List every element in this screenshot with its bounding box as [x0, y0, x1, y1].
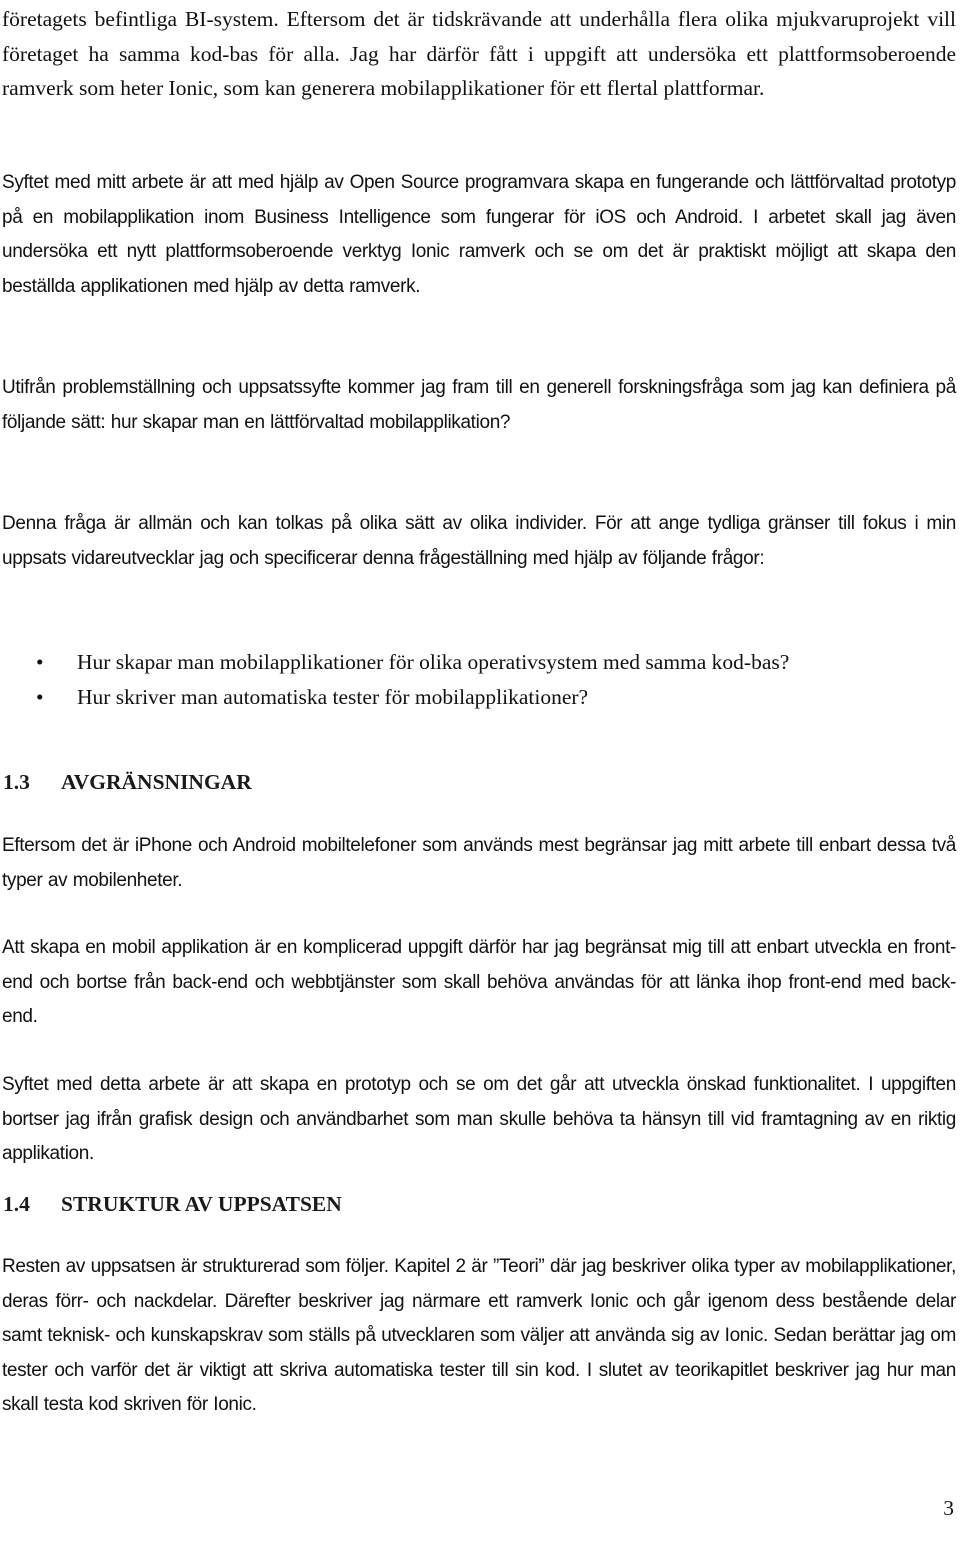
intro-paragraph: företagets befintliga BI-system. Efterso…: [2, 7, 956, 100]
research-questions-list: • Hur skapar man mobilapplikationer för …: [0, 645, 956, 714]
specification-paragraph: Denna fråga är allmän och kan tolkas på …: [2, 513, 956, 569]
question-text: Hur skriver man automatiska tester för m…: [77, 684, 589, 709]
structure-paragraph: Resten av uppsatsen är strukturerad som …: [2, 1256, 956, 1415]
section-number: 1.3: [3, 770, 30, 794]
research-question-paragraph: Utifrån problemställning och uppsatssyft…: [2, 377, 956, 433]
section-heading-1-4: 1.4 STRUKTUR AV UPPSATSEN: [3, 1192, 342, 1217]
purpose-paragraph: Syftet med mitt arbete är att med hjälp …: [2, 172, 956, 297]
section-heading-1-3: 1.3 AVGRÄNSNINGAR: [3, 770, 252, 795]
limitations-paragraph-2: Att skapa en mobil applikation är en kom…: [2, 937, 956, 1027]
list-item: • Hur skriver man automatiska tester för…: [0, 680, 956, 715]
limitations-paragraph-1: Eftersom det är iPhone och Android mobil…: [2, 835, 956, 891]
section-title: AVGRÄNSNINGAR: [61, 770, 252, 794]
bullet-icon: •: [36, 684, 44, 709]
document-page: företagets befintliga BI-system. Efterso…: [0, 0, 960, 1543]
question-text: Hur skapar man mobilapplikationer för ol…: [77, 650, 790, 674]
bullet-icon: •: [36, 650, 44, 674]
section-number: 1.4: [3, 1192, 30, 1216]
list-item: • Hur skapar man mobilapplikationer för …: [0, 645, 956, 680]
limitations-paragraph-3: Syftet med detta arbete är att skapa en …: [2, 1074, 956, 1164]
page-number: 3: [943, 1496, 954, 1520]
section-title: STRUKTUR AV UPPSATSEN: [61, 1192, 342, 1216]
